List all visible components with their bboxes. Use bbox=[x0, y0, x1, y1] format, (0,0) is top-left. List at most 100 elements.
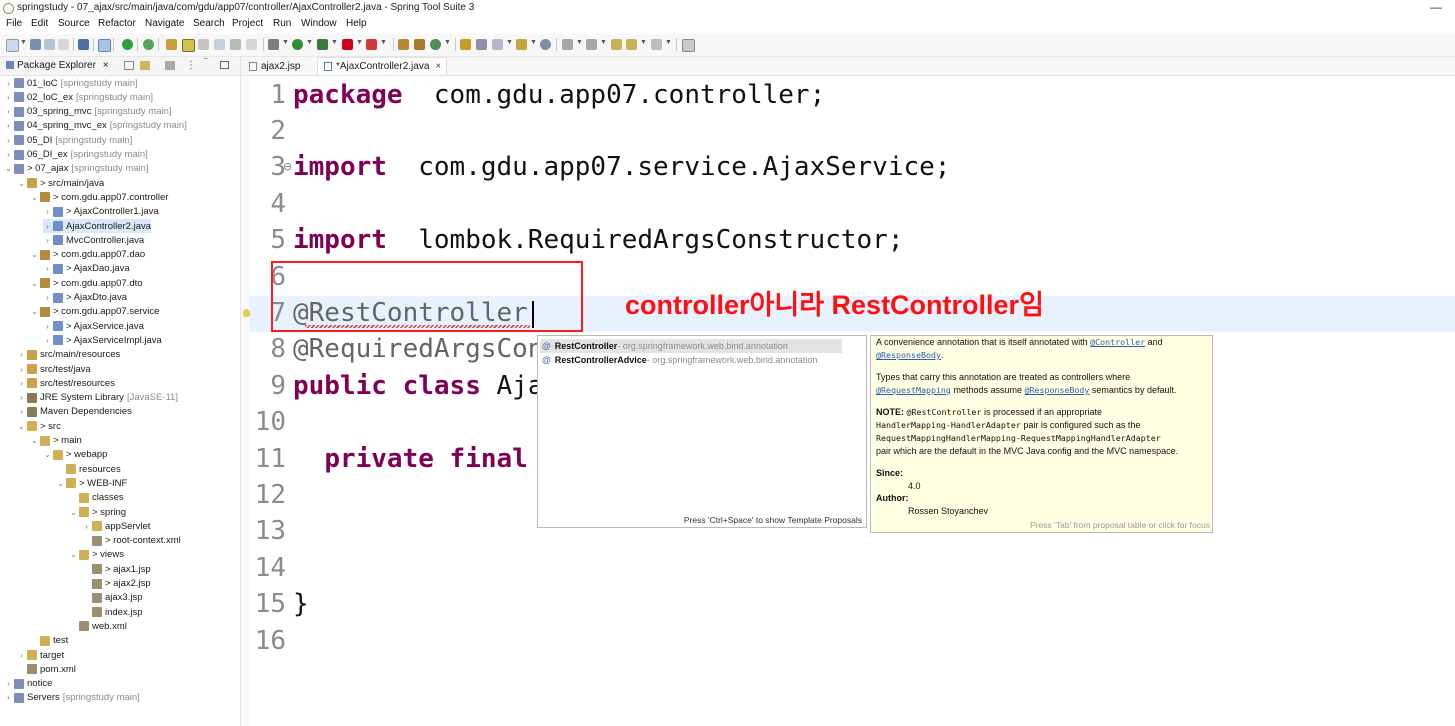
code-line[interactable]: 11 private final bbox=[249, 441, 528, 477]
show-whitespace-icon[interactable] bbox=[214, 39, 225, 50]
chevron-right-icon[interactable]: › bbox=[4, 150, 13, 159]
globe-icon[interactable] bbox=[540, 39, 551, 50]
debug-icon[interactable] bbox=[268, 39, 279, 50]
chevron-right-icon[interactable]: › bbox=[82, 522, 91, 531]
response-body-link[interactable]: @ResponseBody bbox=[1024, 385, 1089, 395]
tree-item[interactable]: resources bbox=[56, 462, 121, 476]
tab-ajax2-jsp[interactable]: ajax2.jsp bbox=[245, 57, 315, 75]
tree-item[interactable]: › src/test/java bbox=[17, 362, 91, 376]
chevron-down-icon[interactable]: ▼ bbox=[331, 39, 338, 46]
tree-item[interactable]: ⌄ > spring bbox=[69, 505, 126, 519]
print-icon[interactable] bbox=[58, 39, 69, 50]
chevron-down-icon[interactable]: ⌄ bbox=[30, 250, 39, 259]
menu-project[interactable]: Project bbox=[232, 18, 263, 29]
chevron-down-icon[interactable]: ⌄ bbox=[30, 307, 39, 316]
code-line[interactable]: 2 bbox=[249, 113, 293, 149]
chevron-right-icon[interactable]: › bbox=[4, 679, 13, 688]
open-perspective-icon[interactable] bbox=[682, 39, 695, 52]
chevron-down-icon[interactable]: ▼ bbox=[444, 39, 451, 46]
link-editor-icon[interactable] bbox=[98, 39, 111, 52]
open-resource-icon[interactable] bbox=[516, 39, 527, 50]
code-line[interactable]: 4 bbox=[249, 186, 293, 222]
coverage-icon[interactable] bbox=[317, 39, 328, 50]
terminal-icon[interactable] bbox=[78, 39, 89, 50]
code-line[interactable]: 16 bbox=[249, 623, 293, 659]
tree-item[interactable]: › AjaxController2.java bbox=[43, 219, 152, 233]
block-select-icon[interactable] bbox=[198, 39, 209, 50]
quick-fix-bulb-icon[interactable] bbox=[243, 309, 250, 317]
code-line[interactable]: 13 bbox=[249, 513, 293, 549]
code-line[interactable]: 15} bbox=[249, 586, 309, 622]
tree-item[interactable]: › JRE System Library [JavaSE-11] bbox=[17, 391, 178, 405]
chevron-down-icon[interactable]: ▼ bbox=[282, 39, 289, 46]
code-line[interactable]: 14 bbox=[249, 550, 293, 586]
chevron-down-icon[interactable]: ▼ bbox=[306, 39, 313, 46]
code-line[interactable]: 10 bbox=[249, 404, 293, 440]
tree-item[interactable]: › src/main/resources bbox=[17, 348, 120, 362]
minimize-view-icon[interactable]: ‾ bbox=[204, 58, 207, 69]
chevron-right-icon[interactable]: › bbox=[17, 393, 26, 402]
tree-item[interactable]: › src/test/resources bbox=[17, 376, 115, 390]
chevron-down-icon[interactable]: ▼ bbox=[380, 39, 387, 46]
proposal-item[interactable]: @ RestControllerAdvice - org.springframe… bbox=[540, 353, 817, 367]
tree-item[interactable]: > root-context.xml bbox=[82, 534, 181, 548]
chevron-down-icon[interactable]: ⌄ bbox=[30, 436, 39, 445]
tree-item[interactable]: ⌄ > main bbox=[30, 434, 82, 448]
chevron-right-icon[interactable]: › bbox=[4, 136, 13, 145]
code-line[interactable]: 5 import lombok.RequiredArgsConstructor; bbox=[249, 222, 903, 258]
tree-item[interactable]: › Maven Dependencies bbox=[17, 405, 132, 419]
fold-collapse-icon[interactable]: ⊖ bbox=[283, 160, 292, 173]
link-with-editor-icon[interactable] bbox=[140, 61, 150, 70]
javadoc-hover[interactable]: A convenience annotation that is itself … bbox=[870, 335, 1213, 533]
tree-item[interactable]: › target bbox=[17, 648, 64, 662]
menu-refactor[interactable]: Refactor bbox=[98, 18, 136, 29]
chevron-right-icon[interactable]: › bbox=[4, 107, 13, 116]
response-body-link[interactable]: @ResponseBody bbox=[876, 350, 941, 360]
stop-icon[interactable] bbox=[342, 39, 353, 50]
menu-navigate[interactable]: Navigate bbox=[145, 18, 184, 29]
tree-item[interactable]: ⌄ > views bbox=[69, 548, 124, 562]
menu-edit[interactable]: Edit bbox=[31, 18, 48, 29]
chevron-right-icon[interactable]: › bbox=[17, 407, 26, 416]
menu-run[interactable]: Run bbox=[273, 18, 291, 29]
chevron-down-icon[interactable]: ▼ bbox=[530, 39, 537, 46]
back-icon[interactable] bbox=[626, 39, 637, 50]
pin-icon[interactable] bbox=[166, 39, 177, 50]
tree-item[interactable]: › notice bbox=[4, 677, 52, 691]
chevron-down-icon[interactable]: ▼ bbox=[576, 39, 583, 46]
chevron-right-icon[interactable]: › bbox=[17, 379, 26, 388]
chevron-down-icon[interactable]: ▼ bbox=[506, 39, 513, 46]
open-type-icon[interactable] bbox=[460, 39, 471, 50]
new-java-project-icon[interactable] bbox=[398, 39, 409, 50]
content-assist-popup[interactable]: @ RestController - org.springframework.w… bbox=[537, 335, 867, 528]
chevron-right-icon[interactable]: › bbox=[43, 293, 52, 302]
chevron-down-icon[interactable]: ▼ bbox=[640, 39, 647, 46]
chevron-down-icon[interactable]: ⌄ bbox=[69, 550, 78, 559]
chevron-right-icon[interactable]: › bbox=[4, 93, 13, 102]
tree-item[interactable]: › 05_DI [springstudy main] bbox=[4, 133, 132, 147]
search-icon[interactable] bbox=[492, 39, 503, 50]
chevron-down-icon[interactable]: ▼ bbox=[20, 39, 27, 46]
chevron-down-icon[interactable]: ⌄ bbox=[17, 422, 26, 431]
proposal-item[interactable]: @ RestController - org.springframework.w… bbox=[540, 339, 842, 353]
chevron-right-icon[interactable]: › bbox=[4, 79, 13, 88]
chevron-right-icon[interactable]: › bbox=[17, 365, 26, 374]
collapse-all-icon[interactable] bbox=[124, 61, 134, 70]
tree-item[interactable]: › MvcController.java bbox=[43, 233, 144, 247]
spring-boot-icon[interactable] bbox=[122, 39, 133, 50]
previous-annotation-icon[interactable] bbox=[586, 39, 597, 50]
code-line[interactable]: 1 package com.gdu.app07.controller; bbox=[249, 77, 825, 113]
save-all-icon[interactable] bbox=[44, 39, 55, 50]
pilcrow-icon[interactable] bbox=[246, 39, 257, 50]
next-annotation-icon[interactable] bbox=[562, 39, 573, 50]
tree-item[interactable]: › appServlet bbox=[82, 519, 150, 533]
tree-item[interactable]: index.jsp bbox=[82, 605, 143, 619]
maximize-view-icon[interactable] bbox=[220, 61, 229, 69]
chevron-down-icon[interactable]: ▼ bbox=[600, 39, 607, 46]
filter-icon[interactable] bbox=[165, 61, 175, 70]
tree-item[interactable]: › 04_spring_mvc_ex [springstudy main] bbox=[4, 119, 187, 133]
menu-help[interactable]: Help bbox=[346, 18, 367, 29]
word-wrap-icon[interactable] bbox=[230, 39, 241, 50]
tree-item[interactable]: web.xml bbox=[69, 619, 127, 633]
tree-item[interactable]: › > AjaxService.java bbox=[43, 319, 144, 333]
